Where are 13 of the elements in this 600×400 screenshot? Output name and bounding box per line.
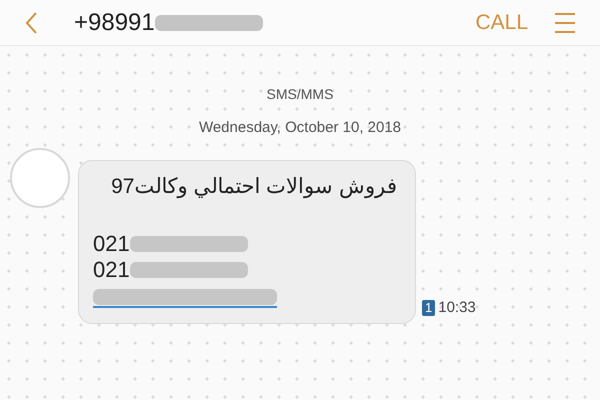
phone-number: 021 <box>93 256 130 284</box>
menu-icon[interactable] <box>554 12 576 34</box>
message-text: فروش سوالات احتمالي وكالت97 <box>110 174 398 200</box>
sim-badge: 1 <box>422 300 436 316</box>
call-button[interactable]: CALL <box>475 6 528 38</box>
date-separator: Wednesday, October 10, 2018 <box>198 118 402 138</box>
channel-label: SMS/MMS <box>266 85 334 104</box>
redacted-link[interactable] <box>93 286 277 308</box>
back-icon[interactable] <box>24 10 38 34</box>
phone-number: 021 <box>93 230 130 258</box>
message-time: 10:33 <box>438 298 476 318</box>
contact-number: +98991 <box>74 8 155 38</box>
avatar-icon <box>10 148 70 208</box>
